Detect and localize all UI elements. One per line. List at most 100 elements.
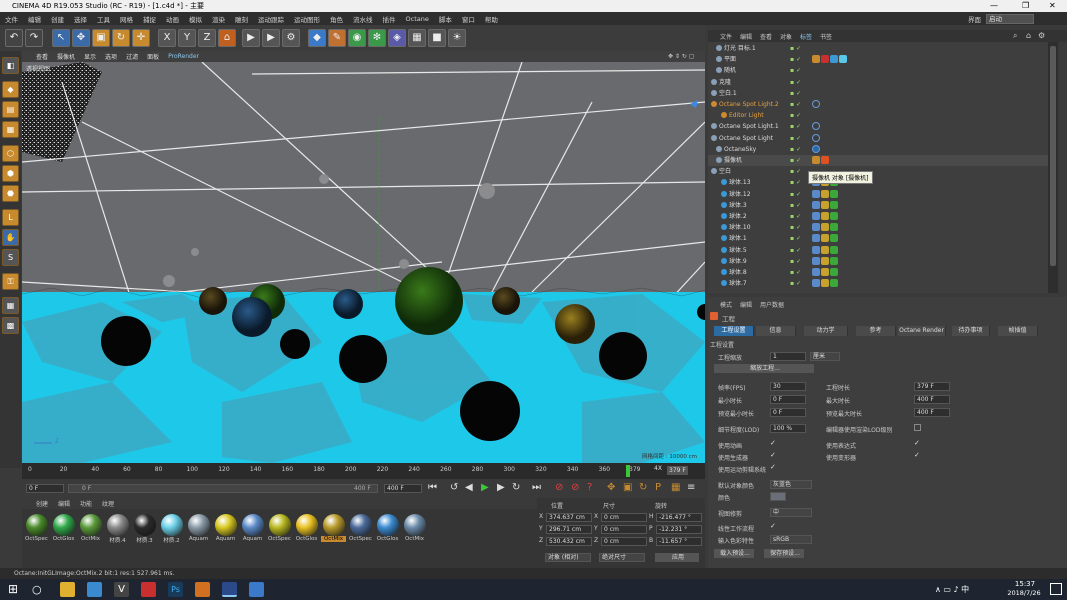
menu-item[interactable]: 运动跟踪 [258, 14, 284, 24]
y-axis-icon[interactable]: Y [178, 29, 196, 47]
material-tag-icon[interactable] [830, 212, 838, 220]
am-menu-item[interactable]: 模式 [720, 300, 732, 309]
object-row[interactable]: 随机 ▪ ✓ [708, 65, 1048, 76]
material-tag-icon[interactable] [830, 268, 838, 276]
go-end-icon[interactable]: ⏭ [532, 482, 541, 493]
visibility-toggle[interactable]: ▪ ✓ [790, 155, 801, 166]
material-tag-icon[interactable] [821, 245, 829, 254]
fps-field[interactable]: 30 [770, 382, 806, 391]
viewport-menu-item[interactable]: 面板 [147, 52, 159, 61]
material-tag-icon[interactable] [830, 200, 838, 209]
material-thumbnail[interactable]: OctSpec [267, 513, 292, 548]
material-thumbnail[interactable]: Aquam [186, 513, 211, 548]
preview-min-field[interactable]: 0 F [770, 408, 806, 417]
om-menu-item[interactable]: 对象 [780, 32, 792, 41]
visibility-toggle[interactable]: ▪ ✓ [790, 121, 801, 132]
pen-icon[interactable]: ✎ [328, 29, 346, 47]
coord-position-field[interactable]: 374.637 cm [546, 513, 592, 522]
tab-octane-render[interactable]: Octane Render [898, 326, 946, 336]
polygons-mode-icon[interactable]: ⬣ [2, 185, 19, 202]
key-scale-icon[interactable]: ▣ [623, 482, 632, 493]
timeline-ruler[interactable]: 0 20 40 60 80 100 120 140 160 180 200 220 240 260 280 3… [22, 463, 705, 479]
tab-info[interactable]: 信息 [756, 326, 796, 336]
material-thumbnail[interactable]: OctSpec [24, 513, 49, 548]
viewport-menu-item[interactable]: 选项 [105, 52, 117, 61]
menu-item[interactable]: 创建 [51, 14, 64, 24]
close-button[interactable]: ✕ [1049, 0, 1056, 12]
photoshop-icon[interactable]: Ps [168, 582, 183, 597]
menu-item[interactable]: 流水线 [353, 14, 373, 24]
menu-item[interactable]: 渲染 [212, 14, 225, 24]
octane-tag-icon[interactable] [812, 133, 820, 142]
object-row[interactable]: 摄像机 ▪ ✓ [708, 155, 1048, 166]
illustrator-icon[interactable] [195, 582, 210, 597]
use-generators-checkbox[interactable]: ✓ [770, 452, 777, 459]
timeline-menu-icon[interactable]: ≡ [687, 482, 695, 493]
visibility-toggle[interactable]: ▪ ✓ [790, 200, 801, 211]
coord-size-select[interactable]: 绝对尺寸 [599, 553, 645, 562]
tray-icons[interactable]: ∧ ▭ ♪ 中 [935, 584, 969, 595]
object-row[interactable]: 空白.1 ▪ ✓ [708, 88, 1048, 99]
default-color-select[interactable]: 灰蓝色 [770, 480, 812, 489]
menu-item[interactable]: 工具 [97, 14, 110, 24]
start-frame-field[interactable]: 0 F [26, 484, 64, 493]
visibility-toggle[interactable]: ▪ ✓ [790, 233, 801, 244]
autokey-icon[interactable]: ⊘ [571, 482, 579, 493]
vectorworks-icon[interactable]: V [114, 582, 129, 597]
play-icon[interactable]: ▶ [481, 482, 489, 493]
light-icon[interactable]: ☀ [448, 29, 466, 47]
rotate-icon[interactable]: ↻ [112, 29, 130, 47]
viewport-menu-item[interactable]: 显示 [84, 52, 96, 61]
move-icon[interactable]: ✥ [72, 29, 90, 47]
material-thumbnail[interactable]: OctGlos [51, 513, 76, 548]
linear-workflow-checkbox[interactable]: ✓ [770, 523, 777, 530]
viewport-menu-item[interactable]: 查看 [36, 52, 48, 61]
tab-reference[interactable]: 参考 [856, 326, 896, 336]
visibility-toggle[interactable]: ▪ ✓ [790, 211, 801, 222]
coord-system-icon[interactable]: ⌂ [218, 29, 236, 47]
object-row[interactable]: 球体.9 ▪ ✓ [708, 256, 1048, 267]
visibility-toggle[interactable]: ▪ ✓ [790, 144, 801, 155]
visibility-toggle[interactable]: ▪ ✓ [790, 43, 801, 54]
duration-field[interactable]: 379 F [914, 382, 950, 391]
material-tag-icon[interactable] [812, 212, 820, 220]
object-row[interactable]: 球体.13 ▪ ✓ [708, 177, 1048, 188]
material-tag-icon[interactable] [821, 212, 829, 220]
tab-project-settings[interactable]: 工程设置 [714, 326, 754, 336]
key-rotation-icon[interactable]: ↻ [639, 482, 647, 493]
go-start-icon[interactable]: ⏮ [428, 482, 437, 493]
menu-item[interactable]: 网格 [120, 14, 133, 24]
material-thumbnail[interactable]: OctSpec [348, 513, 373, 548]
next-key-icon[interactable]: ↻ [512, 482, 520, 493]
material-thumbnail[interactable]: 材质.4 [105, 513, 130, 548]
undo-icon[interactable]: ↶ [5, 29, 23, 47]
prev-frame-icon[interactable]: ◀ [465, 482, 473, 493]
om-scrollbar[interactable] [1048, 42, 1058, 293]
menu-item[interactable]: 雕刻 [235, 14, 248, 24]
scale-field[interactable]: 1 [770, 352, 806, 361]
prev-key-icon[interactable]: ↺ [450, 482, 458, 493]
material-tag-icon[interactable] [830, 234, 838, 243]
record-icon[interactable]: ⊘ [555, 482, 563, 493]
lock-workplane-icon[interactable]: ⚿ [2, 273, 19, 290]
visibility-toggle[interactable]: ▪ ✓ [790, 99, 801, 110]
object-row[interactable]: 球体.5 ▪ ✓ [708, 245, 1048, 256]
app2-icon[interactable] [249, 582, 264, 597]
material-thumbnail[interactable]: OctMix [402, 513, 427, 548]
3d-viewport[interactable]: 透视视图 Z 网格间距 : 10000 cm [22, 62, 705, 463]
object-row[interactable]: 球体.8 ▪ ✓ [708, 267, 1048, 278]
save-preset-button[interactable]: 保存预设... [764, 549, 804, 558]
am-menu-item[interactable]: 编辑 [740, 300, 752, 309]
floor-icon[interactable]: ▦ [408, 29, 426, 47]
om-menu-item[interactable]: 查看 [760, 32, 772, 41]
menu-item[interactable]: 插件 [383, 14, 396, 24]
redo-icon[interactable]: ↷ [25, 29, 43, 47]
material-menu-item[interactable]: 功能 [80, 499, 92, 508]
key-param-icon[interactable]: P [655, 482, 661, 493]
key-position-icon[interactable]: ✥ [607, 482, 615, 493]
object-row[interactable]: 球体.2 ▪ ✓ [708, 211, 1048, 222]
search-icon[interactable]: ○ [32, 582, 47, 597]
material-tag-icon[interactable] [821, 189, 829, 198]
coord-rotation-field[interactable]: -216.477 ° [656, 513, 702, 522]
preview-max-field[interactable]: 400 F [914, 408, 950, 417]
